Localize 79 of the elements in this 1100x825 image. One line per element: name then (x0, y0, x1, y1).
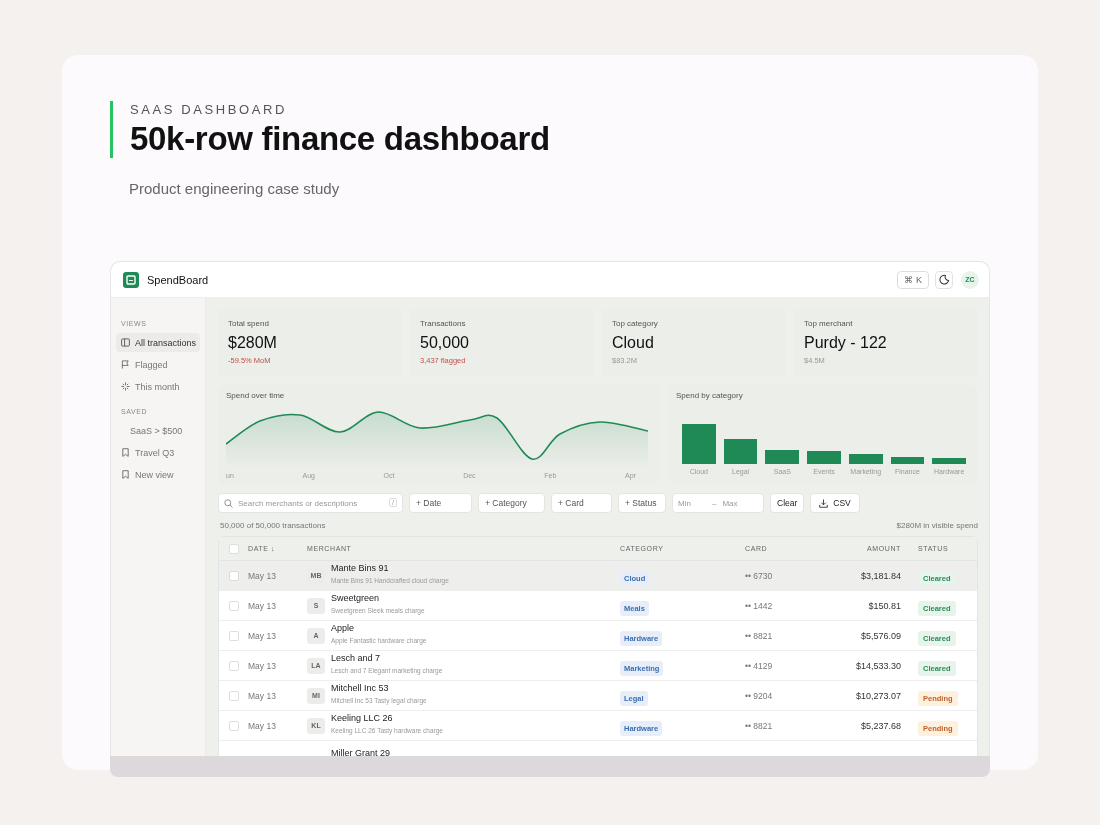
download-icon (819, 498, 829, 508)
sidebar-item[interactable]: Flagged (116, 355, 200, 374)
date-cell-text: May 13 (248, 660, 277, 671)
date-cell-text: May 13 (248, 570, 277, 581)
eyebrow-label: SAAS DASHBOARD (130, 102, 289, 117)
stat-label: Transactions (420, 319, 467, 328)
filter-button[interactable]: + Status (618, 493, 666, 513)
amount-cell-text: $3,181.84 (859, 570, 901, 581)
bar (765, 450, 800, 464)
amount-cell-text: $150.81 (867, 600, 901, 611)
amount-cell-text: $5,576.09 (859, 630, 901, 641)
card-cell-text: •• 4129 (745, 660, 774, 671)
logo-icon (123, 271, 139, 288)
row-checkbox[interactable] (228, 660, 239, 671)
row-checkbox[interactable] (228, 690, 239, 701)
chart-title: Spend by category (676, 391, 744, 400)
stat-value: $280M (228, 334, 278, 352)
page-title: 50k-row finance dashboard (130, 120, 550, 158)
merchant-name: Sweetgreen (331, 593, 381, 603)
filter-button[interactable]: + Card (551, 493, 612, 513)
date-cell-text: May 13 (248, 630, 277, 641)
bar (807, 451, 841, 464)
date-cell-text: May 13 (248, 690, 277, 701)
panel-icon (121, 338, 130, 347)
card-cell-text: •• 6730 (745, 570, 774, 581)
date-cell-text: May 13 (248, 720, 277, 731)
theme-toggle-button[interactable] (935, 270, 953, 289)
row-checkbox[interactable] (228, 630, 239, 641)
chart-title: Spend over time (226, 391, 286, 400)
merchant-name: Keeling LLC 26 (331, 713, 394, 723)
sparkle-icon (121, 382, 130, 391)
sidebar-item[interactable]: Travel Q3 (116, 443, 200, 462)
bookmark-icon (121, 470, 130, 479)
command-button[interactable]: ⌘ K (897, 270, 929, 289)
row-checkbox[interactable] (228, 720, 239, 731)
stat-label: Top merchant (804, 319, 854, 328)
stat-value: 50,000 (420, 334, 470, 352)
date-cell-text: May 13 (248, 600, 277, 611)
amount-cell-text: $5,237.68 (859, 720, 901, 731)
card-cell-text: •• 9204 (745, 690, 774, 701)
sidebar-item[interactable]: This month (116, 377, 200, 396)
bookmark-icon (121, 448, 130, 457)
card-cell-text: •• 8821 (745, 630, 774, 641)
moon-icon (938, 274, 950, 285)
merchant-name: Lesch and 7 (331, 653, 382, 663)
amount-cell-text: $14,533.30 (854, 660, 901, 671)
sidebar-item[interactable]: SaaS > $500 (116, 421, 200, 440)
amount-cell-text: $10,273.07 (854, 690, 901, 701)
row-checkbox[interactable] (228, 570, 239, 581)
stat-value: Purdy - 122 (804, 334, 888, 352)
bar (890, 457, 925, 464)
stat-label: Top category (612, 319, 659, 328)
flag-icon (121, 360, 130, 369)
stat-value: Cloud (612, 334, 655, 352)
merchant-name: Apple (331, 623, 356, 633)
range-separator: – (712, 498, 717, 508)
app-name: SpendBoard (147, 273, 209, 286)
bar (723, 439, 758, 464)
sidebar-item[interactable]: New view (116, 465, 200, 484)
row-checkbox[interactable] (228, 600, 239, 611)
merchant-name: Mante Bins 91 (331, 563, 390, 573)
filter-button[interactable]: + Date (409, 493, 472, 513)
stat-label: Total spend (228, 319, 270, 328)
export-button[interactable]: CSV (810, 493, 860, 513)
bar (848, 454, 883, 464)
bar (932, 458, 967, 464)
page-subtitle: Product engineering case study (129, 180, 341, 197)
filter-button[interactable]: + Category (478, 493, 545, 513)
merchant-name: Miller Grant 29 (331, 748, 391, 756)
merchant-name: Mitchell Inc 53 (331, 683, 390, 693)
search-icon (224, 499, 233, 508)
card-cell-text: •• 8821 (745, 720, 774, 731)
select-all-checkbox[interactable] (228, 543, 239, 554)
visible-spend: $280M in visible spend (896, 521, 978, 530)
bar (682, 424, 716, 464)
card-cell-text: •• 1442 (745, 600, 774, 611)
clear-button[interactable]: Clear (770, 493, 805, 513)
sidebar-item[interactable]: All transactions (116, 333, 200, 352)
result-count: 50,000 of 50,000 transactions (220, 521, 326, 530)
